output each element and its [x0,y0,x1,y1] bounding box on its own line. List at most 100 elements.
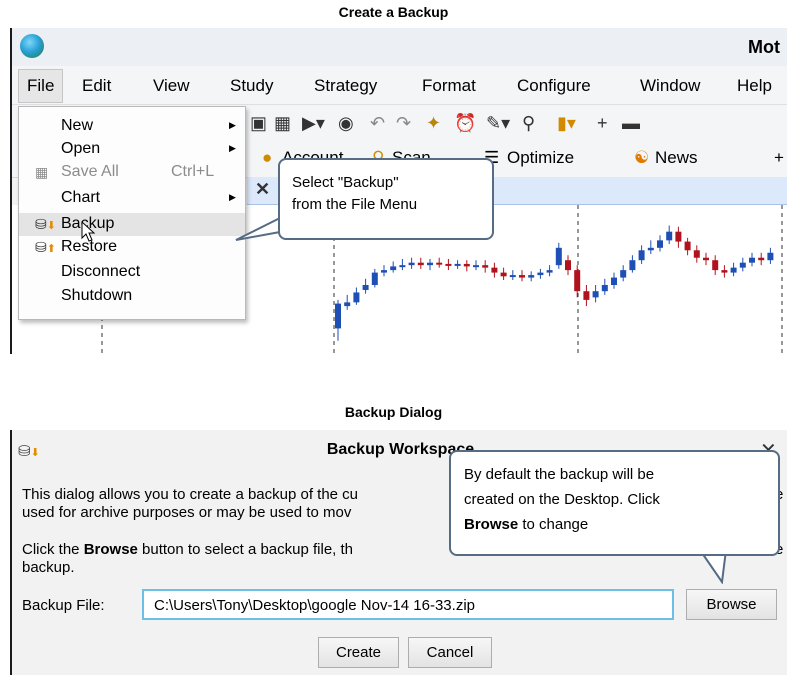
candle-body [344,302,351,307]
candle-body [454,263,461,266]
dialog-text: This dialog allows you to create a backu… [22,486,359,503]
dialog-text: used for archive purposes or may be used… [22,504,352,521]
menu-study[interactable]: Study [230,76,273,96]
redo-icon[interactable]: ↷ [396,113,411,134]
callout-line: Browse to change [464,512,660,537]
menu-bar: File Edit View Study Strategy Format Con… [12,66,787,105]
candle [647,240,654,254]
menu-item-disconnect[interactable]: Disconnect [19,261,245,284]
candle-body [353,292,360,303]
menu-item-open[interactable]: Open ▶ [19,138,245,161]
zoom-icon[interactable]: ⚲ [522,113,535,134]
menu-configure[interactable]: Configure [517,76,591,96]
app-title: Mot [748,37,780,57]
cancel-button[interactable]: Cancel [408,637,492,668]
add-icon[interactable]: + [774,148,784,168]
draw-tools-icon[interactable]: ✎▾ [486,113,510,134]
backup-file-input[interactable]: C:\Users\Tony\Desktop\google Nov-14 16-3… [142,589,674,620]
candle [519,270,525,282]
candle-body [684,241,691,251]
menu-window[interactable]: Window [640,76,700,96]
candle [712,255,719,276]
app-logo-icon [20,34,44,58]
browse-button[interactable]: Browse [686,589,777,620]
menu-format[interactable]: Format [422,76,476,96]
candle-body [427,262,433,266]
bar-style-icon[interactable]: ▮▾ [557,113,576,134]
menu-item-shutdown[interactable]: Shutdown [19,285,245,308]
candle [638,245,645,264]
dialog-text: backup. [22,559,75,576]
callout-text: to change [518,516,589,533]
ruler-icon[interactable]: ▬ [622,113,640,134]
candle-body [555,247,562,266]
camera-icon[interactable]: ◉ [338,113,354,134]
menu-help[interactable]: Help [737,76,772,96]
callout-line: Select "Backup" [292,174,399,191]
menu-item-label: Save All [61,163,119,180]
candle-body [675,231,682,242]
magic-wand-icon[interactable]: ✦ [426,113,441,134]
candle-body [399,265,406,268]
candle-body [546,270,553,273]
dialog-text: button to select a backup file, th [137,541,354,558]
candle-body [657,240,663,248]
candle [427,258,433,271]
callout-browse-hint: By default the backup will be created on… [449,450,780,556]
candle [721,265,728,278]
submenu-arrow-icon: ▶ [229,192,236,202]
mouse-cursor-icon [81,221,96,242]
candle [390,261,397,273]
candle [601,278,608,295]
menu-edit[interactable]: Edit [82,76,111,96]
dialog-text-bold: Browse [83,541,138,558]
candle [353,287,360,305]
candle [436,257,443,268]
save-icon[interactable]: ▣ [250,113,267,134]
candle-body [730,267,737,273]
callout-bold: Browse [464,516,519,533]
undo-icon[interactable]: ↶ [370,113,385,134]
menu-item-label: Chart [61,189,101,206]
menu-file[interactable]: File [18,69,64,103]
create-button[interactable]: Create [318,637,399,668]
optimize-button[interactable]: Optimize [507,148,574,168]
callout-line: created on the Desktop. Click [464,491,660,508]
callout-line: By default the backup will be [464,466,655,483]
screenshot-file-menu: Mot File Edit View Study Strategy Format… [10,28,787,354]
save-as-icon[interactable]: ▦ [274,113,291,134]
candle-body [528,275,535,278]
close-icon[interactable]: ✕ [255,179,270,200]
candle-body [749,257,755,263]
candle-body [638,250,645,261]
candle [758,252,765,266]
menu-item-new[interactable]: New ▶ [19,115,245,138]
candle-body [611,277,617,285]
candle-body [436,262,443,265]
dialog-text: Click the [22,541,84,558]
candle-body [565,260,571,271]
candle [767,247,774,264]
candle-body [390,266,397,271]
alarm-clock-icon[interactable]: ⏰ [454,113,476,134]
menu-view[interactable]: View [153,76,190,96]
candle-body [721,270,728,273]
candle [592,285,599,303]
candle [703,252,709,266]
callout-select-backup: Select "Backup" from the File Menu [278,158,494,240]
open-folder-icon[interactable]: ▶▾ [302,113,325,134]
menu-strategy[interactable]: Strategy [314,76,377,96]
candle-body [408,262,415,266]
candle-body [767,252,774,261]
candle-body [703,257,709,261]
candle-body [739,262,746,268]
crosshair-icon[interactable]: + [597,113,608,134]
news-button[interactable]: News [655,148,698,168]
candle [482,260,489,273]
candle [491,262,498,278]
candle-body [629,260,636,271]
candle [362,278,369,294]
menu-shortcut: Ctrl+L [171,163,215,180]
candle-body [371,272,378,285]
candle [445,258,452,271]
